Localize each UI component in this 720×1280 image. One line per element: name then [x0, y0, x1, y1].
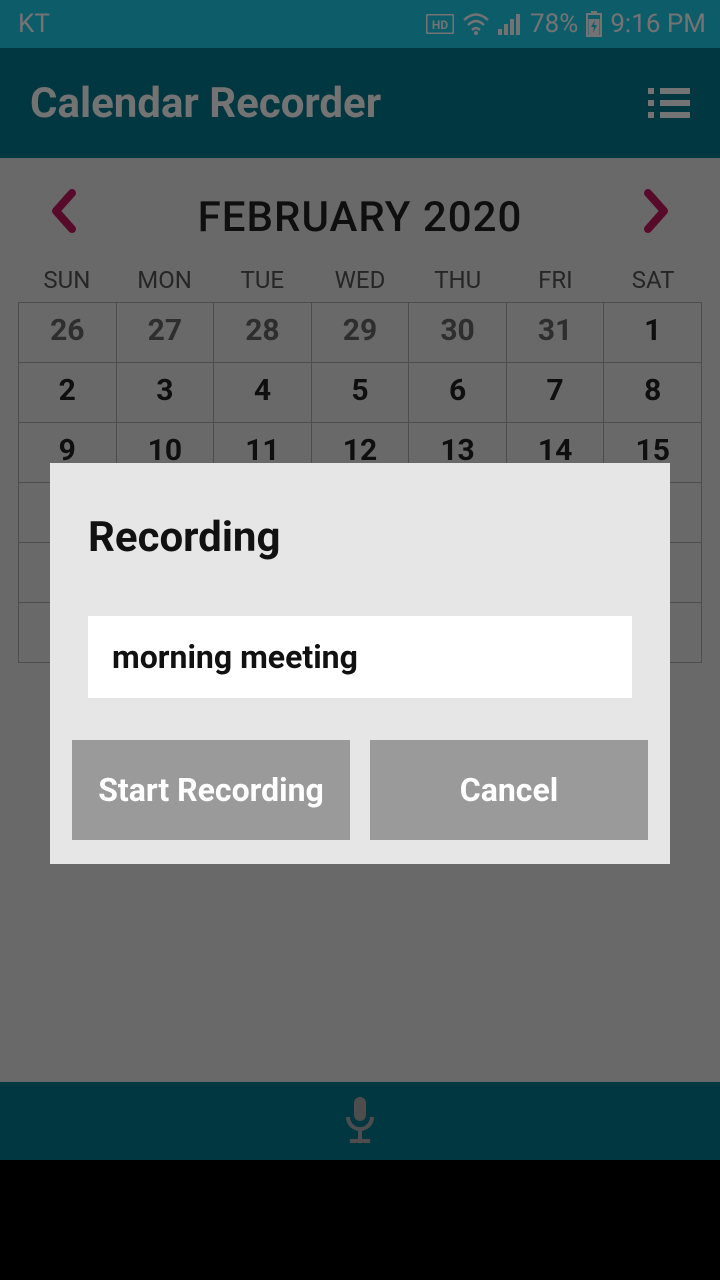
screen: KT HD 78% 9:16 PM Calendar Recorder	[0, 0, 720, 1280]
dialog-button-row: Start Recording Cancel	[72, 740, 648, 840]
dialog-title: Recording	[88, 513, 632, 562]
start-recording-button[interactable]: Start Recording	[72, 740, 350, 840]
recording-name-input[interactable]	[88, 616, 632, 698]
recording-dialog: Recording Start Recording Cancel	[50, 463, 670, 864]
cancel-button[interactable]: Cancel	[370, 740, 648, 840]
